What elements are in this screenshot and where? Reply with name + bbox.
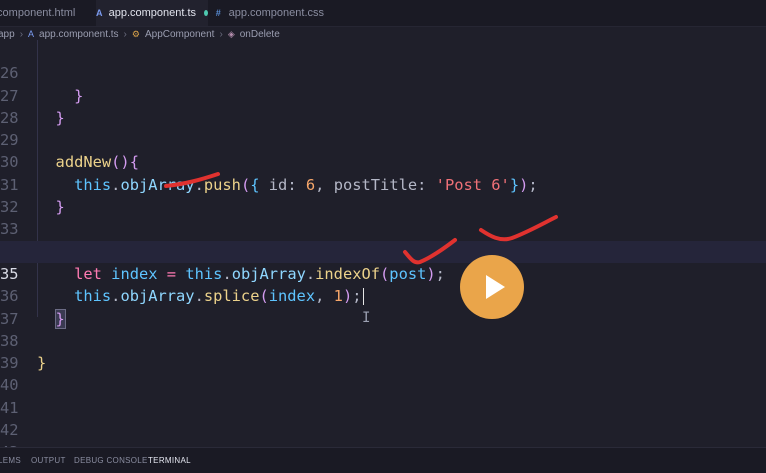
code-line[interactable]: 39 <box>0 330 766 372</box>
panel-tab-bar: LEMS OUTPUT DEBUG CONSOLE TERMINAL <box>0 447 766 473</box>
angular-file-icon: A <box>28 29 35 39</box>
code-line[interactable]: 41 <box>0 375 766 417</box>
code-line[interactable]: 33 onDelete(post) { <box>0 196 766 262</box>
code-line[interactable]: 40 <box>0 352 766 394</box>
code-line[interactable]: 34 let index = this.objArray.indexOf(pos… <box>0 218 766 283</box>
panel-tab-debug-console[interactable]: DEBUG CONSOLE <box>74 448 148 473</box>
css-file-icon: # <box>215 8 221 18</box>
chevron-right-icon: › <box>219 28 223 40</box>
angular-file-icon: A <box>96 8 103 18</box>
code-line[interactable]: 43 <box>0 419 766 447</box>
code-line[interactable]: 36 } <box>0 263 766 329</box>
tab-app-component-ts[interactable]: A app.component.ts <box>96 0 208 26</box>
tab-app-component-html[interactable]: .component.html <box>0 0 86 26</box>
panel-tab-problems[interactable]: LEMS <box>0 448 21 473</box>
code-line[interactable]: 28 <box>0 85 766 127</box>
tab-label: app.component.ts <box>108 7 197 19</box>
tab-label: app.component.css <box>228 7 324 19</box>
class-symbol-icon: ⚙ <box>131 28 140 39</box>
code-line[interactable]: 26 } <box>0 40 766 104</box>
code-line[interactable]: 27 } <box>0 62 766 127</box>
play-video-button[interactable] <box>460 255 524 319</box>
code-line-current[interactable]: 35 this.objArray.splice(index, 1); <box>0 240 766 306</box>
code-line[interactable]: 30 this.objArray.push({ id: 6, postTitle… <box>0 129 766 193</box>
code-line[interactable]: 31 } <box>0 152 766 216</box>
breadcrumb-item-method[interactable]: onDelete <box>240 29 280 40</box>
breadcrumb-item-app[interactable]: app <box>0 29 15 40</box>
tab-label: .component.html <box>0 7 76 19</box>
chevron-right-icon: › <box>123 28 127 40</box>
code-editor[interactable]: 26 } 27 } 28 29 addNew(){ 30 this.objArr… <box>0 40 766 447</box>
play-icon <box>486 275 505 299</box>
code-line[interactable]: 37 <box>0 285 766 328</box>
editor-tab-bar: .component.html A app.component.ts # app… <box>0 0 766 27</box>
panel-tab-terminal[interactable]: TERMINAL <box>148 448 191 473</box>
breadcrumb-item-file[interactable]: app.component.ts <box>39 29 119 40</box>
code-line[interactable]: 29 addNew(){ <box>0 107 766 171</box>
code-line[interactable]: 38 } <box>0 308 766 372</box>
unsaved-dot-icon[interactable] <box>204 10 208 16</box>
chevron-right-icon: › <box>19 28 24 40</box>
mouse-ibeam-cursor: I <box>362 310 371 326</box>
tab-app-component-css[interactable]: # app.component.css <box>214 0 324 26</box>
code-line[interactable]: 32 <box>0 174 766 216</box>
code-line[interactable]: 42 <box>0 397 766 439</box>
breadcrumb-item-class[interactable]: AppComponent <box>145 29 215 40</box>
panel-tab-output[interactable]: OUTPUT <box>31 448 66 473</box>
method-symbol-icon: ◈ <box>227 28 235 39</box>
